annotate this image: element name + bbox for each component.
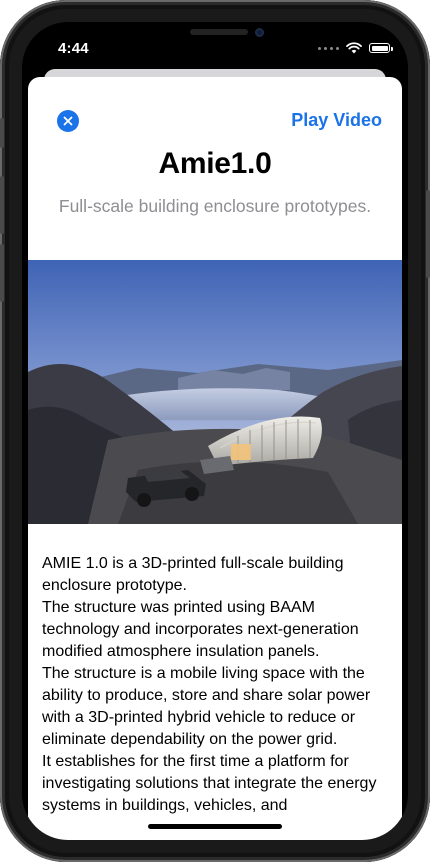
close-icon (63, 116, 73, 126)
description-paragraph: The structure is a mobile living space w… (42, 665, 371, 748)
cellular-signal-icon (318, 46, 339, 50)
volume-down-button (0, 244, 4, 302)
close-button[interactable] (57, 110, 79, 132)
device-frame: 4:44 Play Video Amie1.0 Full-scale build… (0, 0, 430, 862)
wifi-icon (346, 42, 362, 54)
page-title: Amie1.0 (158, 147, 272, 180)
status-time: 4:44 (58, 40, 89, 57)
play-video-button[interactable]: Play Video (291, 110, 382, 131)
description-paragraph: It establishes for the first time a plat… (42, 753, 377, 814)
speaker-grille (190, 29, 248, 35)
front-camera (255, 28, 264, 37)
page-subtitle: Full-scale building enclosure prototypes… (58, 196, 372, 216)
home-indicator[interactable] (148, 824, 282, 829)
mute-switch (0, 118, 4, 148)
modal-sheet: Play Video Amie1.0 Full-scale building e… (28, 77, 402, 840)
hero-image (28, 260, 402, 524)
status-icons (318, 41, 393, 55)
screen: 4:44 Play Video Amie1.0 Full-scale build… (22, 22, 408, 840)
description-paragraph: AMIE 1.0 is a 3D-printed full-scale buil… (42, 555, 344, 594)
status-bar: 4:44 (22, 22, 408, 72)
power-button (426, 190, 430, 278)
battery-icon (369, 43, 393, 53)
description-paragraph: The structure was printed using BAAM tec… (42, 599, 359, 660)
volume-up-button (0, 176, 4, 234)
description: AMIE 1.0 is a 3D-printed full-scale buil… (42, 553, 392, 817)
